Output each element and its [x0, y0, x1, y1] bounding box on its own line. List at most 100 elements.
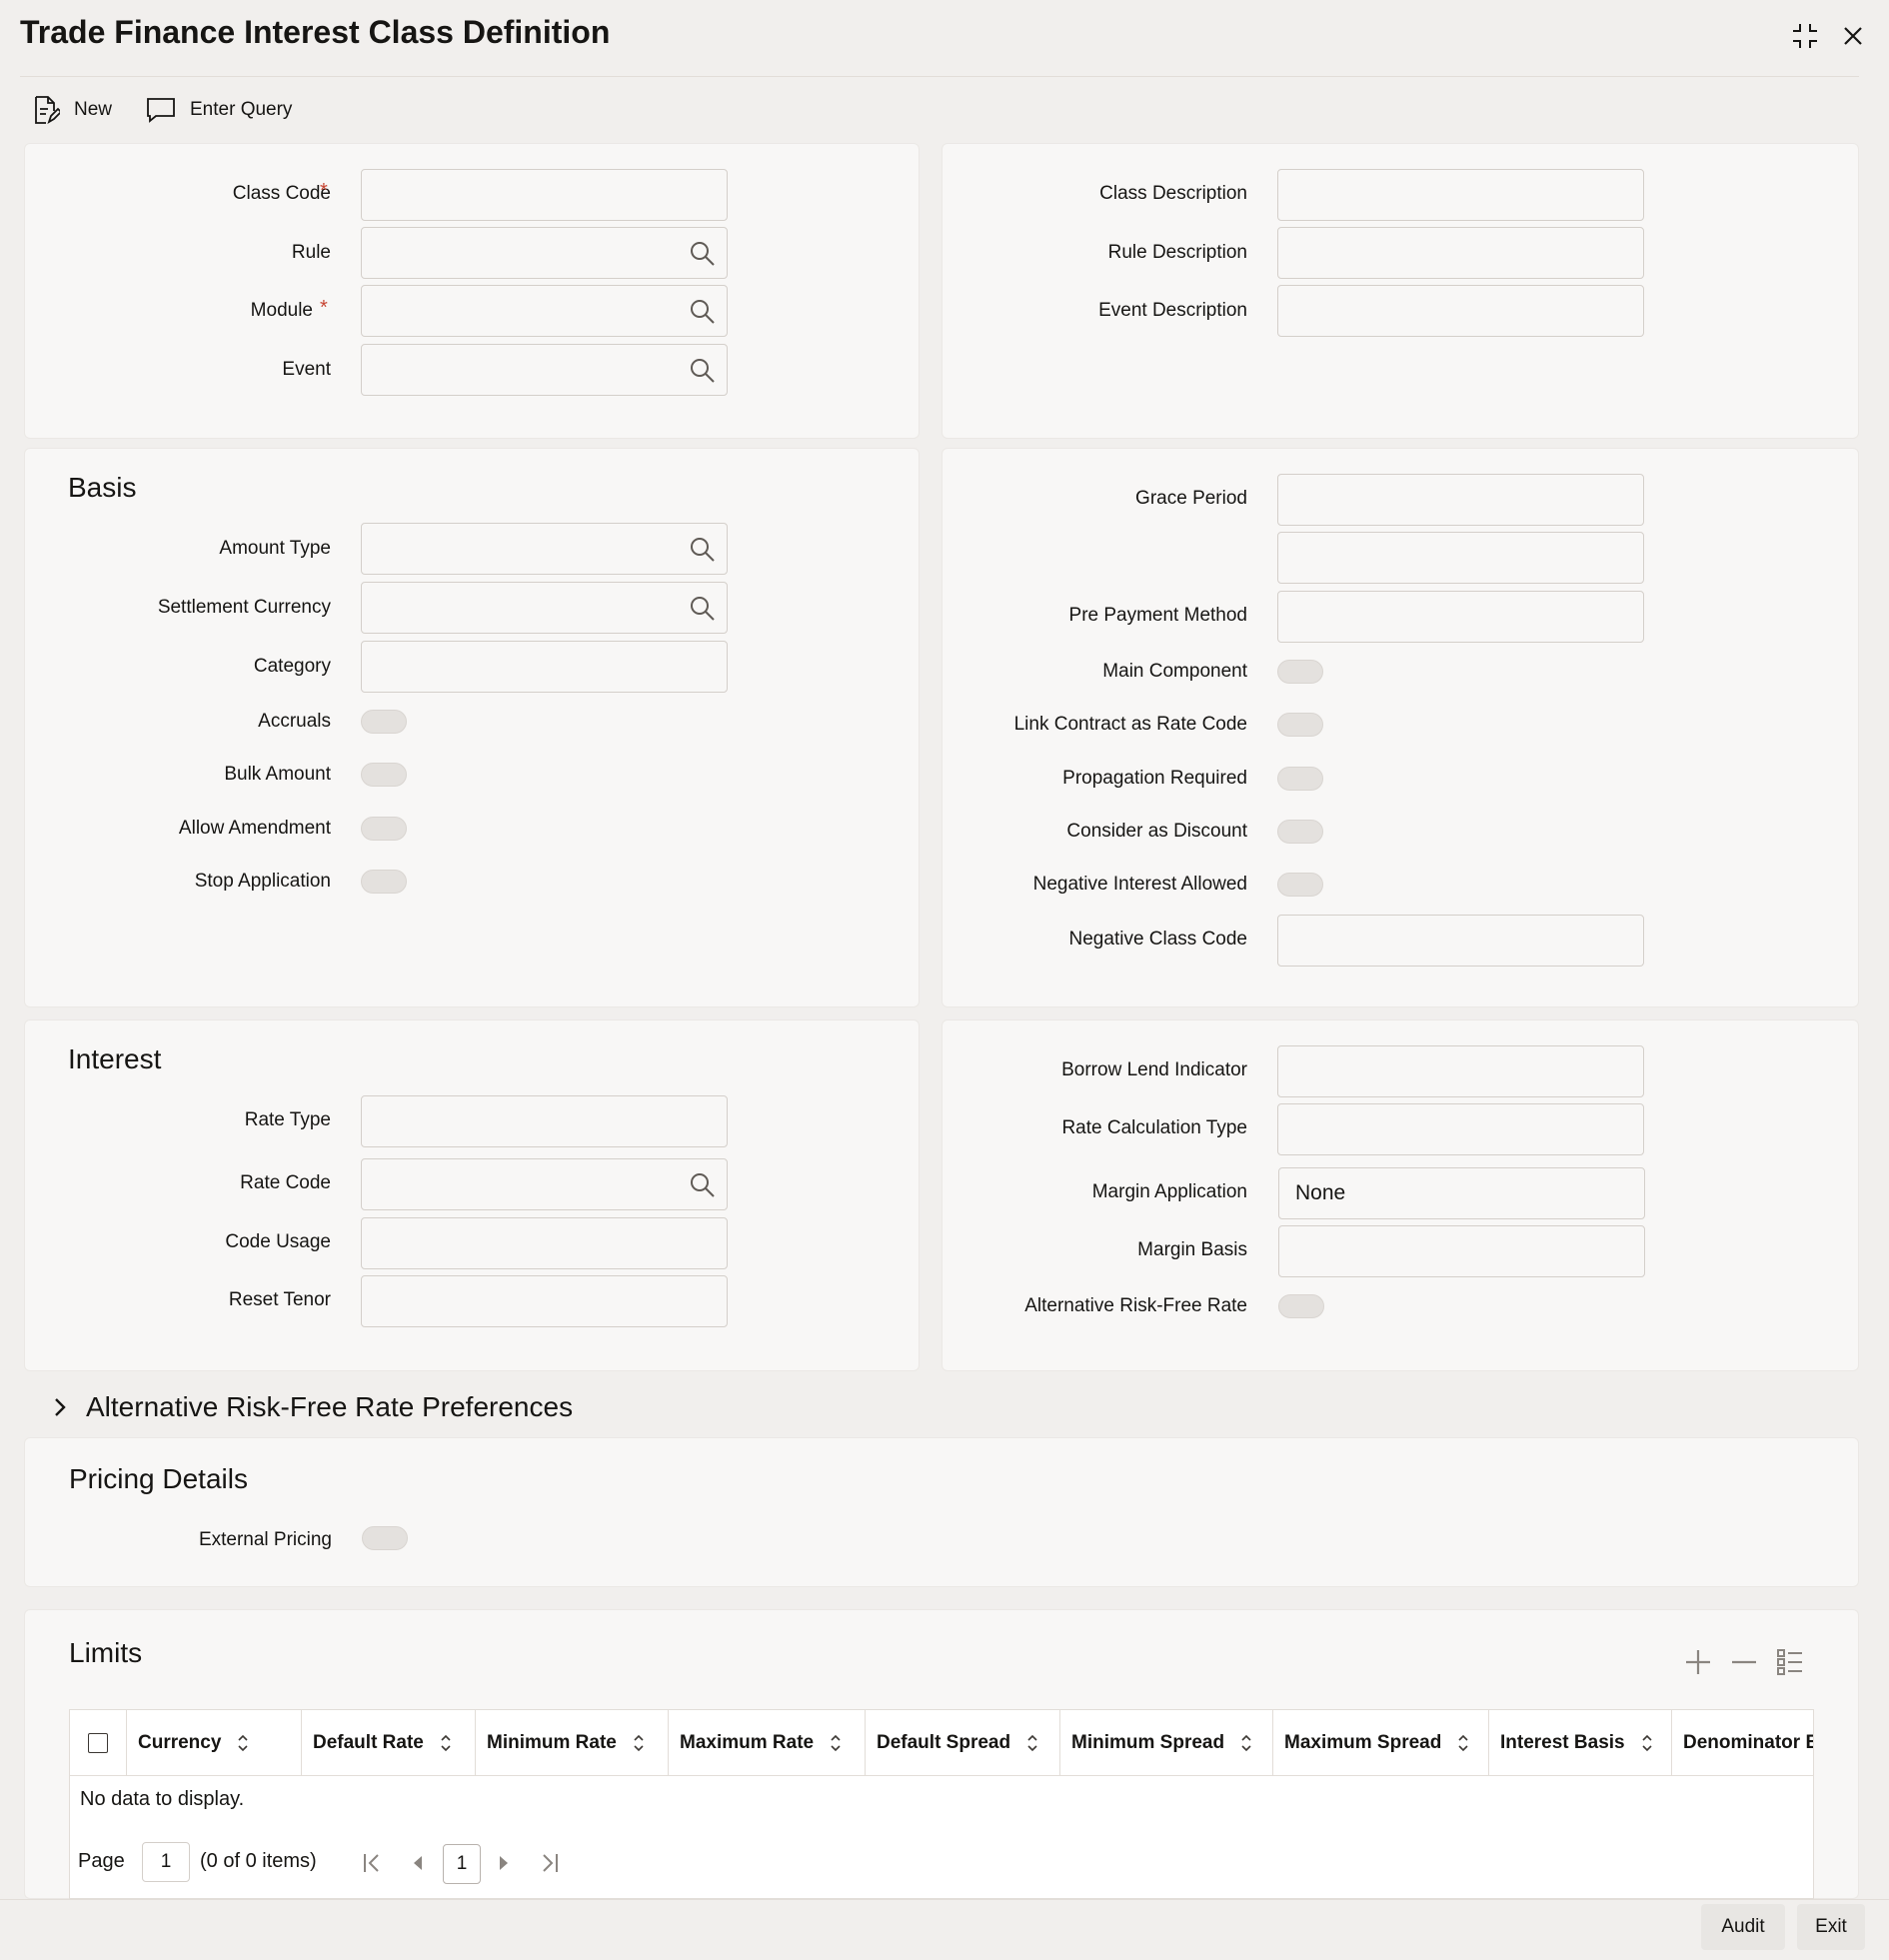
stop-application-toggle[interactable]	[361, 870, 407, 894]
column-header-default-rate[interactable]: Default Rate	[313, 1732, 452, 1754]
code-usage-input[interactable]	[361, 1217, 728, 1269]
event-label: Event	[282, 359, 331, 380]
rule-label: Rule	[291, 242, 331, 263]
search-icon[interactable]	[689, 357, 717, 385]
accruals-toggle[interactable]	[361, 710, 407, 734]
column-divider	[1488, 1710, 1489, 1776]
external-pricing-toggle[interactable]	[362, 1526, 408, 1550]
new-label: New	[74, 99, 113, 120]
column-divider	[865, 1710, 866, 1776]
event-description-input[interactable]	[1277, 285, 1644, 337]
grace-period-label: Grace Period	[1135, 488, 1247, 509]
column-header-denominator-basis[interactable]: Denominator Ba	[1683, 1732, 1813, 1754]
delete-row-button[interactable]	[1729, 1647, 1759, 1682]
pre-payment-method-input[interactable]	[1277, 591, 1644, 643]
items-count: (0 of 0 items)	[200, 1850, 317, 1872]
link-contract-toggle[interactable]	[1277, 713, 1323, 737]
previous-page-button[interactable]	[412, 1854, 424, 1877]
negative-class-code-label: Negative Class Code	[1068, 929, 1247, 950]
margin-basis-input[interactable]	[1278, 1225, 1645, 1277]
new-button[interactable]: New	[32, 92, 112, 128]
audit-button[interactable]: Audit	[1701, 1904, 1785, 1950]
rule-input[interactable]	[361, 227, 728, 279]
single-view-button[interactable]	[1775, 1647, 1805, 1682]
rate-code-input[interactable]	[361, 1158, 728, 1210]
chevron-right-icon	[55, 1398, 66, 1416]
rate-calc-type-label: Rate Calculation Type	[1061, 1117, 1247, 1138]
sort-icon	[831, 1734, 841, 1752]
reset-tenor-input[interactable]	[361, 1275, 728, 1327]
exit-button[interactable]: Exit	[1797, 1904, 1865, 1950]
reset-tenor-label: Reset Tenor	[228, 1289, 331, 1310]
rate-calc-type-input[interactable]	[1277, 1103, 1644, 1155]
arfr-toggle[interactable]	[1278, 1294, 1324, 1318]
column-header-default-spread[interactable]: Default Spread	[877, 1732, 1038, 1754]
column-divider	[126, 1710, 127, 1776]
page-title: Trade Finance Interest Class Definition	[20, 14, 611, 50]
add-row-button[interactable]	[1683, 1647, 1713, 1682]
arfr-preferences-header[interactable]: Alternative Risk-Free Rate Preferences	[52, 1391, 573, 1423]
settlement-currency-input[interactable]	[361, 582, 728, 634]
arfr-label: Alternative Risk-Free Rate	[1024, 1295, 1247, 1316]
rule-description-input[interactable]	[1277, 227, 1644, 279]
propagation-required-toggle[interactable]	[1277, 767, 1323, 791]
title-divider	[20, 76, 1859, 77]
class-code-required: *	[320, 180, 328, 202]
bulk-amount-toggle[interactable]	[361, 763, 407, 787]
column-header-minimum-rate[interactable]: Minimum Rate	[487, 1732, 645, 1754]
limits-table-header: Currency Default Rate Minimum Rate Maxim…	[70, 1710, 1813, 1776]
rule-description-label: Rule Description	[1107, 242, 1247, 263]
next-icon	[500, 1856, 508, 1870]
rate-code-label: Rate Code	[240, 1172, 331, 1193]
page-label: Page	[78, 1850, 125, 1872]
grace-period-input[interactable]	[1277, 474, 1644, 526]
last-page-button[interactable]	[540, 1852, 560, 1879]
negative-interest-allowed-toggle[interactable]	[1277, 873, 1323, 897]
enter-query-button[interactable]: Enter Query	[146, 92, 292, 128]
allow-amendment-toggle[interactable]	[361, 817, 407, 841]
code-usage-label: Code Usage	[225, 1231, 331, 1252]
search-icon[interactable]	[689, 536, 717, 564]
class-description-input[interactable]	[1277, 169, 1644, 221]
column-header-currency[interactable]: Currency	[138, 1732, 249, 1754]
column-header-interest-basis[interactable]: Interest Basis	[1500, 1732, 1653, 1754]
sort-icon	[634, 1734, 644, 1752]
search-icon[interactable]	[689, 1171, 717, 1199]
consider-as-discount-label: Consider as Discount	[1066, 821, 1247, 842]
column-header-minimum-spread[interactable]: Minimum Spread	[1071, 1732, 1252, 1754]
borrow-lend-input[interactable]	[1277, 1045, 1644, 1097]
close-button[interactable]	[1833, 16, 1873, 56]
search-icon[interactable]	[689, 595, 717, 623]
search-icon[interactable]	[689, 298, 717, 326]
select-all-checkbox[interactable]	[88, 1733, 108, 1753]
negative-class-code-input[interactable]	[1277, 915, 1644, 967]
current-page-indicator[interactable]: 1	[443, 1844, 481, 1884]
amount-type-input[interactable]	[361, 523, 728, 575]
consider-as-discount-toggle[interactable]	[1277, 820, 1323, 844]
margin-application-select[interactable]: None	[1278, 1167, 1645, 1219]
class-code-input[interactable]	[361, 169, 728, 221]
collapse-icon	[1793, 24, 1817, 48]
query-bubble-icon	[147, 98, 175, 123]
first-page-icon	[364, 1854, 379, 1872]
first-page-button[interactable]	[362, 1852, 382, 1879]
minimize-button[interactable]	[1785, 16, 1825, 56]
page-number-input[interactable]: 1	[142, 1842, 190, 1882]
category-input[interactable]	[361, 641, 728, 693]
grace-period-unit-input[interactable]	[1277, 532, 1644, 584]
allow-amendment-label: Allow Amendment	[178, 818, 331, 839]
event-input[interactable]	[361, 344, 728, 396]
search-icon[interactable]	[689, 240, 717, 268]
column-header-maximum-spread[interactable]: Maximum Spread	[1284, 1732, 1469, 1754]
next-page-button[interactable]	[498, 1854, 510, 1877]
column-divider	[1272, 1710, 1273, 1776]
negative-interest-allowed-label: Negative Interest Allowed	[1032, 874, 1247, 895]
module-input[interactable]	[361, 285, 728, 337]
main-component-toggle[interactable]	[1277, 660, 1323, 684]
main-component-label: Main Component	[1102, 661, 1247, 682]
margin-application-label: Margin Application	[1091, 1181, 1247, 1202]
column-header-maximum-rate[interactable]: Maximum Rate	[680, 1732, 842, 1754]
column-divider	[301, 1710, 302, 1776]
basis-section-title: Basis	[68, 472, 137, 503]
rate-type-input[interactable]	[361, 1095, 728, 1147]
